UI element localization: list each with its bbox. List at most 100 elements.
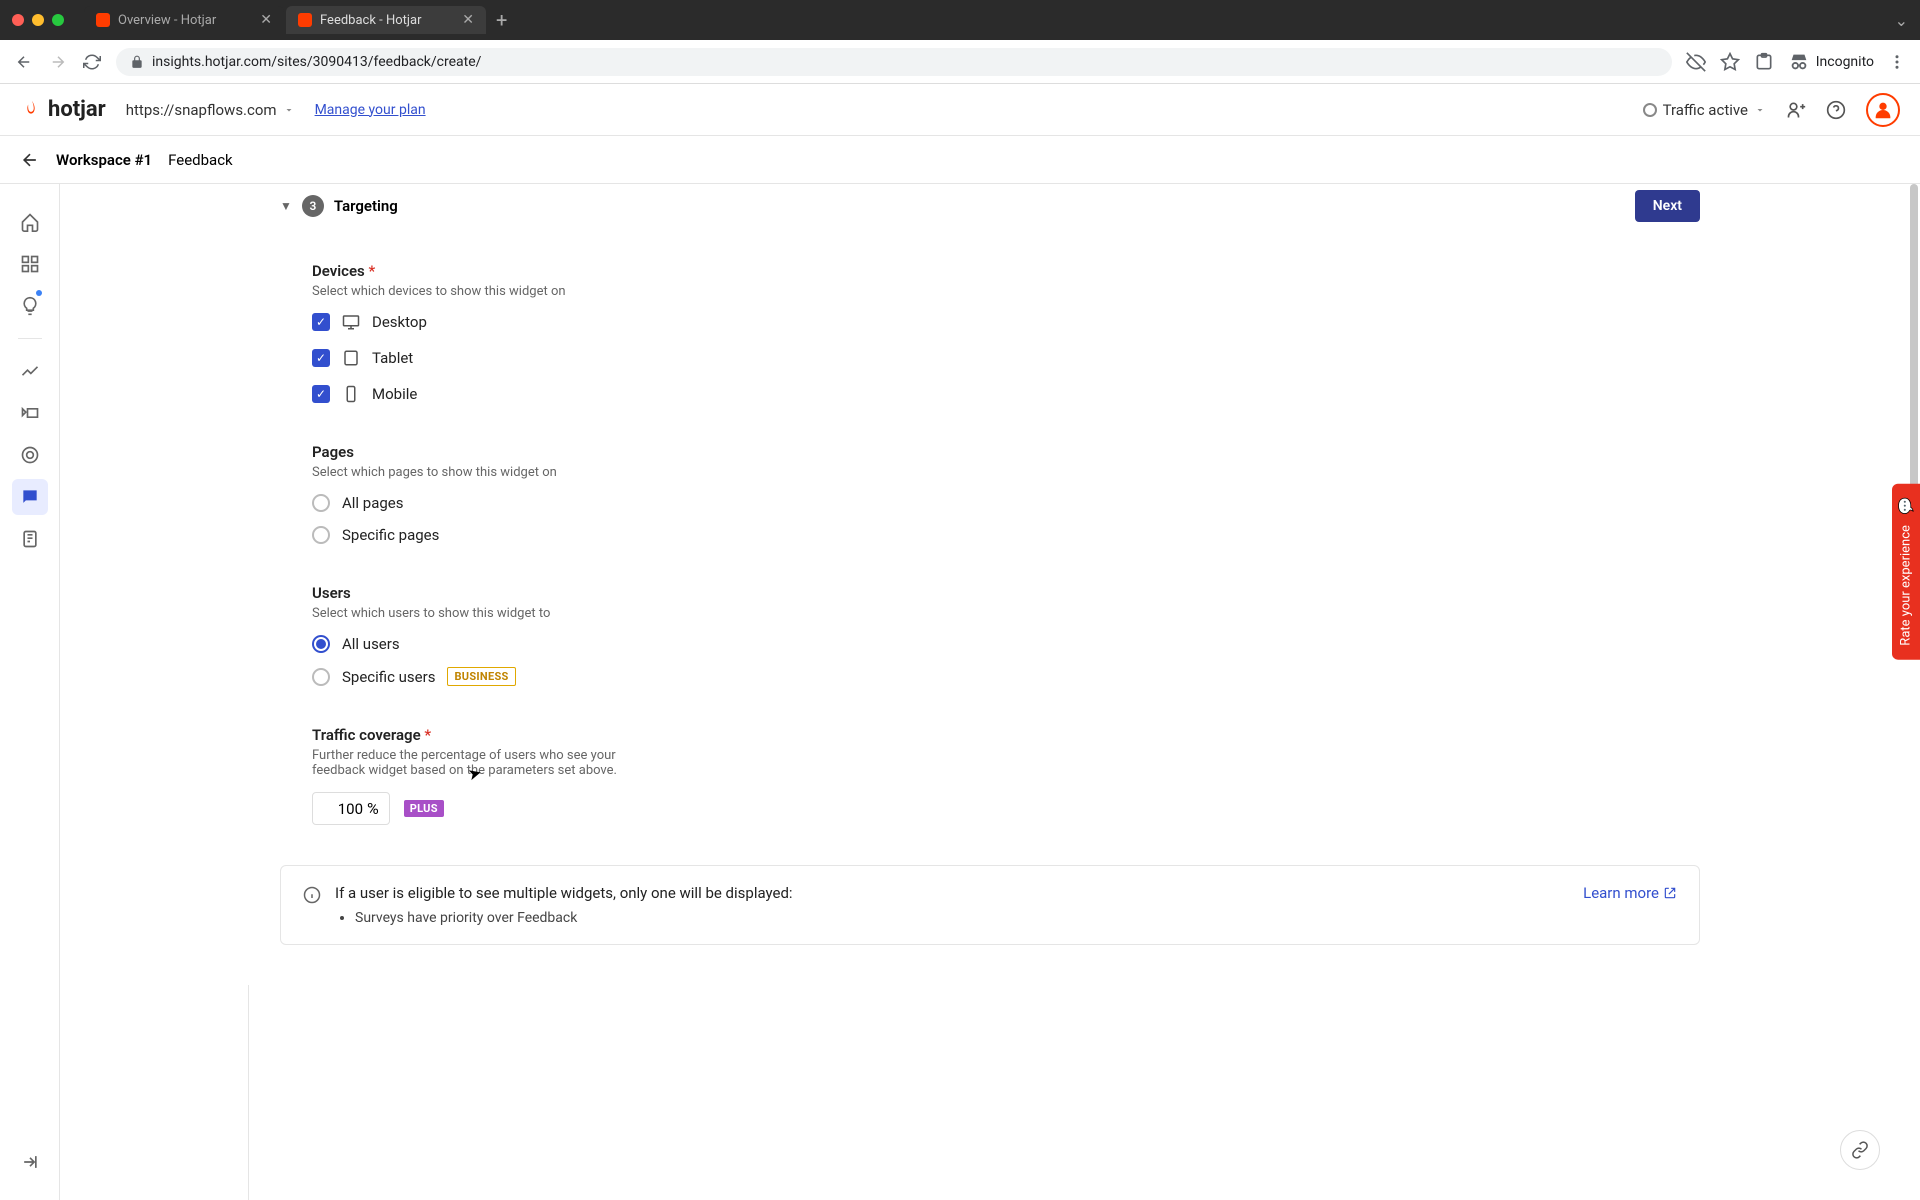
- users-label: All users: [342, 635, 400, 653]
- users-option-all[interactable]: All users: [312, 635, 912, 653]
- devices-block: Devices * Select which devices to show t…: [312, 262, 912, 403]
- nav-home[interactable]: [12, 204, 48, 240]
- star-icon[interactable]: [1720, 52, 1740, 72]
- traffic-subtitle: Further reduce the percentage of users w…: [312, 748, 652, 778]
- breadcrumb-workspace: Workspace #1: [56, 151, 152, 169]
- traffic-status-label: Traffic active: [1663, 101, 1748, 119]
- nav-surveys[interactable]: [12, 521, 48, 557]
- help-button[interactable]: [1826, 100, 1846, 120]
- site-url: https://snapflows.com: [126, 101, 277, 119]
- devices-subtitle: Select which devices to show this widget…: [312, 284, 912, 299]
- chrome-menu-chevron-icon[interactable]: ⌄: [1895, 11, 1908, 30]
- nav-feedback[interactable]: [12, 479, 48, 515]
- manage-plan-link[interactable]: Manage your plan: [315, 102, 426, 118]
- percentage-field[interactable]: [323, 800, 363, 818]
- lock-icon: [130, 55, 144, 69]
- breadcrumb-bar: Workspace #1 Feedback: [0, 136, 1920, 184]
- nav-expand[interactable]: [12, 1144, 48, 1180]
- site-selector[interactable]: https://snapflows.com: [126, 101, 295, 119]
- pages-subtitle: Select which pages to show this widget o…: [312, 465, 912, 480]
- radio-unchecked-icon: [312, 494, 330, 512]
- invite-user-button[interactable]: [1786, 100, 1806, 120]
- radio-unchecked-icon: [312, 526, 330, 544]
- hotjar-favicon-icon: [298, 13, 312, 27]
- pages-block: Pages Select which pages to show this wi…: [312, 443, 912, 544]
- next-button[interactable]: Next: [1635, 190, 1700, 222]
- chevron-down-icon: [283, 104, 295, 116]
- pages-title: Pages: [312, 443, 912, 461]
- rate-experience-tab[interactable]: Rate your experience 💬: [1892, 484, 1920, 660]
- close-tab-icon[interactable]: ✕: [260, 12, 272, 28]
- back-arrow-button[interactable]: [20, 150, 40, 170]
- forward-button[interactable]: [48, 52, 68, 72]
- device-option-desktop[interactable]: ✓ Desktop: [312, 313, 912, 331]
- collapse-chevron-icon[interactable]: ▼: [280, 199, 292, 213]
- window-controls: [12, 14, 64, 26]
- tab-title: Overview - Hotjar: [118, 13, 216, 28]
- required-mark: *: [424, 726, 431, 744]
- nav-recordings[interactable]: [12, 395, 48, 431]
- traffic-percentage-input[interactable]: %: [312, 792, 390, 825]
- browser-tab-overview[interactable]: Overview - Hotjar ✕: [84, 6, 284, 34]
- learn-more-link[interactable]: Learn more: [1583, 884, 1677, 902]
- device-label: Desktop: [372, 313, 427, 331]
- eye-off-icon[interactable]: [1686, 52, 1706, 72]
- traffic-title: Traffic coverage: [312, 726, 421, 744]
- nav-dashboard[interactable]: [12, 246, 48, 282]
- reload-button[interactable]: [82, 52, 102, 72]
- maximize-window-icon[interactable]: [52, 14, 64, 26]
- browser-tabs: Overview - Hotjar ✕ Feedback - Hotjar ✕: [84, 6, 488, 34]
- percentage-unit: %: [367, 799, 379, 818]
- nav-trends[interactable]: [12, 353, 48, 389]
- traffic-status-dropdown[interactable]: Traffic active: [1643, 101, 1766, 119]
- toolbar-actions: Incognito: [1686, 51, 1906, 73]
- browser-tab-feedback[interactable]: Feedback - Hotjar ✕: [286, 6, 486, 34]
- desktop-icon: [342, 313, 360, 331]
- close-window-icon[interactable]: [12, 14, 24, 26]
- close-tab-icon[interactable]: ✕: [462, 12, 474, 28]
- incognito-indicator[interactable]: Incognito: [1788, 51, 1874, 73]
- device-option-tablet[interactable]: ✓ Tablet: [312, 349, 912, 367]
- required-mark: *: [369, 262, 376, 280]
- incognito-icon: [1788, 51, 1810, 73]
- users-block: Users Select which users to show this wi…: [312, 584, 912, 686]
- chevron-down-icon: [1754, 104, 1766, 116]
- browser-toolbar: insights.hotjar.com/sites/3090413/feedba…: [0, 40, 1920, 84]
- external-link-icon: [1663, 886, 1677, 900]
- pages-option-all[interactable]: All pages: [312, 494, 912, 512]
- status-circle-icon: [1643, 103, 1657, 117]
- minimize-window-icon[interactable]: [32, 14, 44, 26]
- device-option-mobile[interactable]: ✓ Mobile: [312, 385, 912, 403]
- checkbox-checked-icon: ✓: [312, 349, 330, 367]
- info-icon: [303, 886, 321, 904]
- back-button[interactable]: [14, 52, 34, 72]
- pages-label: Specific pages: [342, 526, 439, 544]
- tab-title: Feedback - Hotjar: [320, 13, 422, 28]
- plus-badge: PLUS: [404, 800, 444, 817]
- address-bar[interactable]: insights.hotjar.com/sites/3090413/feedba…: [116, 48, 1672, 76]
- info-bullet: Surveys have priority over Feedback: [355, 910, 793, 926]
- breadcrumb-page: Feedback: [168, 151, 233, 169]
- user-avatar[interactable]: [1866, 93, 1900, 127]
- section-header: ▼ 3 Targeting Next: [280, 184, 1700, 222]
- nav-heatmaps[interactable]: [12, 437, 48, 473]
- pages-option-specific[interactable]: Specific pages: [312, 526, 912, 544]
- kebab-menu-icon[interactable]: [1888, 53, 1906, 71]
- step-number-badge: 3: [302, 195, 324, 217]
- learn-more-label: Learn more: [1583, 884, 1659, 902]
- business-badge: BUSINESS: [447, 667, 515, 686]
- link-icon: [1851, 1141, 1869, 1159]
- nav-highlights[interactable]: [12, 288, 48, 324]
- copy-link-button[interactable]: [1840, 1130, 1880, 1170]
- chat-icon: 💬: [1897, 499, 1914, 515]
- extensions-icon[interactable]: [1754, 52, 1774, 72]
- info-heading: If a user is eligible to see multiple wi…: [335, 884, 793, 902]
- radio-unchecked-icon: [312, 668, 330, 686]
- rail-divider: [18, 338, 42, 339]
- checkbox-checked-icon: ✓: [312, 385, 330, 403]
- users-option-specific[interactable]: Specific users BUSINESS: [312, 667, 912, 686]
- users-subtitle: Select which users to show this widget t…: [312, 606, 912, 621]
- section-title: Targeting: [334, 197, 398, 215]
- new-tab-button[interactable]: +: [496, 8, 507, 32]
- hotjar-logo[interactable]: hotjar: [20, 97, 106, 122]
